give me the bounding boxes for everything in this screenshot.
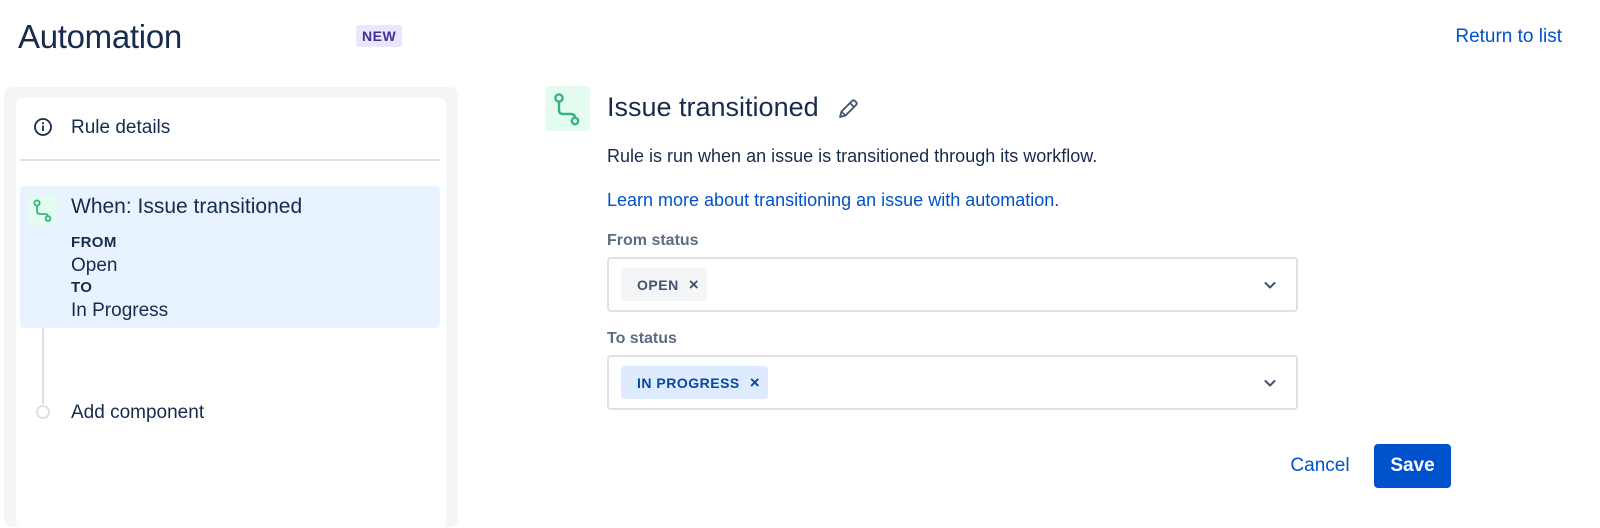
component-description: Rule is run when an issue is transitione… — [607, 146, 1098, 166]
rule-details-label: Rule details — [71, 117, 171, 138]
chip-label: OPEN — [637, 276, 679, 293]
status-chip-in-progress: IN PROGRESS × — [621, 366, 769, 399]
pencil-icon[interactable] — [835, 96, 861, 122]
remove-chip-icon[interactable]: × — [689, 275, 707, 295]
chevron-down-icon[interactable] — [1262, 277, 1278, 293]
return-to-list-link[interactable]: Return to list — [1455, 26, 1562, 48]
chip-label: IN PROGRESS — [637, 374, 740, 391]
to-status-select[interactable]: IN PROGRESS × — [607, 355, 1298, 410]
transition-icon — [545, 86, 590, 131]
page-title: Automation — [18, 18, 182, 55]
sidebar-divider — [20, 159, 440, 161]
transition-icon — [28, 195, 58, 225]
to-status-label: To status — [607, 330, 677, 347]
flow-connector-line — [42, 328, 44, 404]
from-status-label: From status — [607, 232, 699, 249]
rule-details-item[interactable]: Rule details — [20, 104, 440, 150]
to-value: In Progress — [71, 300, 169, 321]
component-title: Issue transitioned — [607, 92, 819, 122]
trigger-title: When: Issue transitioned — [71, 195, 303, 218]
from-key: FROM — [71, 234, 117, 251]
add-component-node — [36, 405, 50, 419]
learn-more-link[interactable]: Learn more about transitioning an issue … — [607, 190, 1059, 211]
save-button[interactable]: Save — [1374, 444, 1451, 488]
remove-chip-icon[interactable]: × — [750, 373, 768, 393]
cancel-button[interactable]: Cancel — [1276, 444, 1364, 488]
from-status-select[interactable]: OPEN × — [607, 257, 1298, 312]
from-value: Open — [71, 255, 118, 276]
status-chip-open: OPEN × — [621, 268, 708, 301]
to-key: TO — [71, 279, 93, 296]
new-badge: NEW — [356, 25, 403, 47]
chevron-down-icon[interactable] — [1262, 375, 1278, 391]
info-icon — [34, 118, 52, 136]
add-component-button[interactable]: Add component — [71, 402, 204, 424]
